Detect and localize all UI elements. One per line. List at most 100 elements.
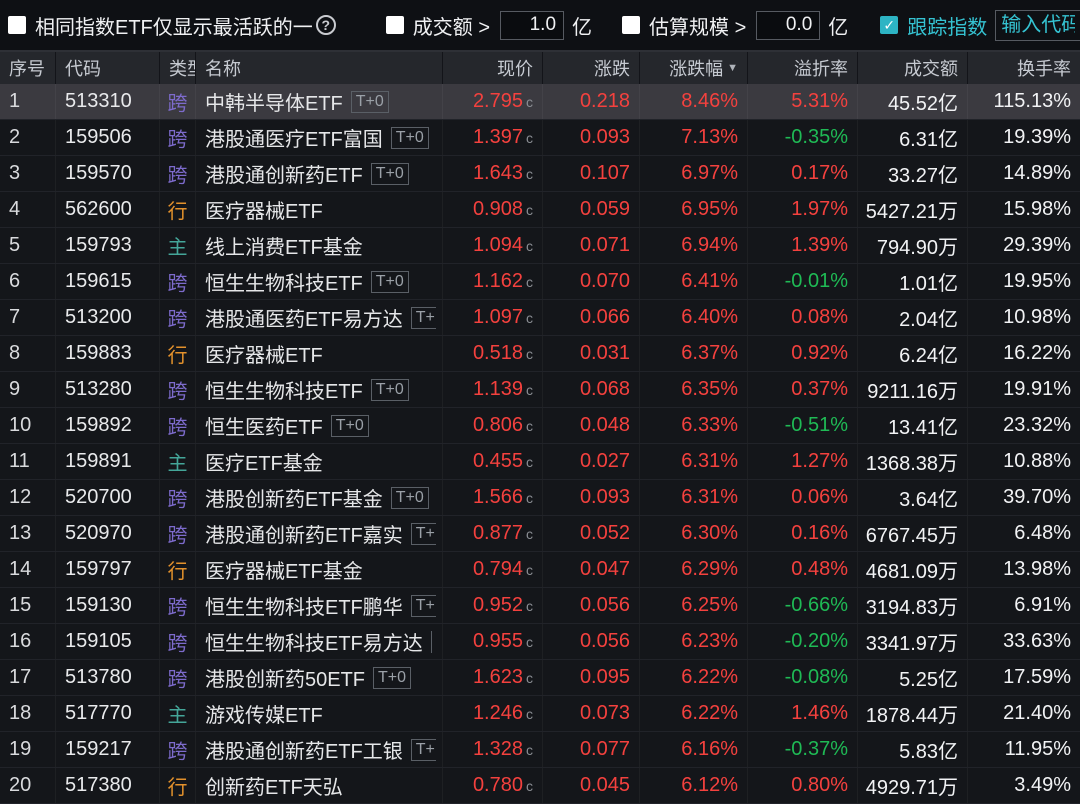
type-cell: 跨 (160, 120, 196, 155)
table-row[interactable]: 11159891主医疗ETF基金0.455c0.0276.31%1.27%136… (0, 444, 1080, 480)
table-row[interactable]: 12520700跨港股创新药ETF基金T+01.566c0.0936.31%0.… (0, 480, 1080, 516)
name-cell: 医疗ETF基金 (196, 444, 443, 479)
table-row[interactable]: 7513200跨港股通医药ETF易方达T+1.097c0.0666.40%0.0… (0, 300, 1080, 336)
t0-badge: T+ (411, 307, 436, 329)
price-value: 0.780 (473, 774, 523, 797)
unique-index-checkbox[interactable] (8, 16, 26, 34)
column-header-code[interactable]: 代码 (56, 52, 160, 84)
price-cell: 0.908c (443, 192, 543, 227)
table-row[interactable]: 1513310跨中韩半导体ETFT+02.795c0.2188.46%5.31%… (0, 84, 1080, 120)
change-pct-cell: 7.13% (640, 120, 748, 155)
turnover-rate-cell: 13.98% (968, 552, 1080, 587)
fund-name: 恒生生物科技ETF (205, 375, 363, 404)
price-cell: 0.518c (443, 336, 543, 371)
turnover-cell: 1368.38万 (858, 444, 968, 479)
change-pct-cell: 6.35% (640, 372, 748, 407)
change-cell: 0.056 (543, 588, 640, 623)
scale-threshold-input[interactable] (756, 11, 820, 40)
turnover-rate-cell: 6.91% (968, 588, 1080, 623)
change-pct-cell: 6.31% (640, 444, 748, 479)
turnover-rate-cell: 3.49% (968, 768, 1080, 803)
turnover-rate-cell: 14.89% (968, 156, 1080, 191)
column-header-change-pct[interactable]: 涨跌幅▼ (640, 52, 748, 84)
table-row[interactable]: 9513280跨恒生生物科技ETFT+01.139c0.0686.35%0.37… (0, 372, 1080, 408)
table-row[interactable]: 17513780跨港股创新药50ETFT+01.623c0.0956.22%-0… (0, 660, 1080, 696)
column-header-label: 涨跌幅 (669, 55, 723, 81)
fund-name: 线上消费ETF基金 (205, 231, 363, 260)
fund-name: 医疗ETF基金 (205, 447, 323, 476)
table-row[interactable]: 19159217跨港股通创新药ETF工银T+1.328c0.0776.16%-0… (0, 732, 1080, 768)
turnover-rate-cell: 19.39% (968, 120, 1080, 155)
column-header-name[interactable]: 名称 (196, 52, 443, 84)
table-row[interactable]: 10159892跨恒生医药ETFT+00.806c0.0486.33%-0.51… (0, 408, 1080, 444)
fund-type-badge: 跨 (168, 735, 188, 764)
fund-type-badge: 跨 (168, 303, 188, 332)
t0-badge: T+0 (371, 271, 409, 293)
fund-type-badge: 跨 (168, 375, 188, 404)
index-code-input[interactable] (995, 10, 1080, 41)
price-cell: 1.139c (443, 372, 543, 407)
seq-cell: 1 (0, 84, 56, 119)
turnover-threshold-input[interactable] (500, 11, 564, 40)
type-cell: 行 (160, 336, 196, 371)
seq-cell: 15 (0, 588, 56, 623)
change-cell: 0.059 (543, 192, 640, 227)
column-header-turnover[interactable]: 成交额 (858, 52, 968, 84)
price-suffix: c (526, 526, 533, 542)
fund-type-badge: 跨 (168, 123, 188, 152)
fund-type-badge: 跨 (168, 483, 188, 512)
type-cell: 跨 (160, 660, 196, 695)
scale-filter-checkbox[interactable] (622, 16, 640, 34)
table-row[interactable]: 13520970跨港股通创新药ETF嘉实T+0.877c0.0526.30%0.… (0, 516, 1080, 552)
column-header-seq[interactable]: 序号 (0, 52, 56, 84)
table-row[interactable]: 15159130跨恒生生物科技ETF鹏华T+0.952c0.0566.25%-0… (0, 588, 1080, 624)
fund-name: 创新药ETF天弘 (205, 771, 343, 800)
column-header-type[interactable]: 类型 (160, 52, 196, 84)
name-cell: 恒生生物科技ETFT+0 (196, 264, 443, 299)
turnover-unit-label: 亿 (572, 11, 592, 40)
column-header-premium[interactable]: 溢折率 (748, 52, 858, 84)
type-cell: 跨 (160, 516, 196, 551)
table-row[interactable]: 8159883行医疗器械ETF0.518c0.0316.37%0.92%6.24… (0, 336, 1080, 372)
seq-cell: 10 (0, 408, 56, 443)
seq-cell: 16 (0, 624, 56, 659)
table-row[interactable]: 2159506跨港股通医疗ETF富国T+01.397c0.0937.13%-0.… (0, 120, 1080, 156)
turnover-filter-checkbox[interactable] (386, 16, 404, 34)
column-header-change[interactable]: 涨跌 (543, 52, 640, 84)
turnover-rate-cell: 21.40% (968, 696, 1080, 731)
turnover-rate-cell: 29.39% (968, 228, 1080, 263)
type-cell: 行 (160, 768, 196, 803)
code-cell: 517380 (56, 768, 160, 803)
name-cell: 医疗器械ETF基金 (196, 552, 443, 587)
column-header-turnover-rate[interactable]: 换手率 (968, 52, 1080, 84)
column-header-price[interactable]: 现价 (443, 52, 543, 84)
change-pct-cell: 6.97% (640, 156, 748, 191)
turnover-cell: 794.90万 (858, 228, 968, 263)
seq-cell: 11 (0, 444, 56, 479)
price-value: 0.455 (473, 450, 523, 473)
premium-cell: 1.97% (748, 192, 858, 227)
change-cell: 0.027 (543, 444, 640, 479)
code-cell: 159105 (56, 624, 160, 659)
table-row[interactable]: 16159105跨恒生生物科技ETF易方达0.955c0.0566.23%-0.… (0, 624, 1080, 660)
price-value: 1.246 (473, 702, 523, 725)
change-cell: 0.073 (543, 696, 640, 731)
help-icon[interactable]: ? (316, 15, 336, 35)
table-row[interactable]: 18517770主游戏传媒ETF1.246c0.0736.22%1.46%187… (0, 696, 1080, 732)
table-row[interactable]: 6159615跨恒生生物科技ETFT+01.162c0.0706.41%-0.0… (0, 264, 1080, 300)
table-row[interactable]: 3159570跨港股通创新药ETFT+01.643c0.1076.97%0.17… (0, 156, 1080, 192)
price-suffix: c (526, 670, 533, 686)
table-row[interactable]: 5159793主线上消费ETF基金1.094c0.0716.94%1.39%79… (0, 228, 1080, 264)
code-cell: 562600 (56, 192, 160, 227)
change-cell: 0.077 (543, 732, 640, 767)
change-cell: 0.068 (543, 372, 640, 407)
price-value: 1.328 (473, 738, 523, 761)
t0-badge: T+0 (351, 91, 389, 113)
type-cell: 跨 (160, 84, 196, 119)
premium-cell: 0.08% (748, 300, 858, 335)
table-row[interactable]: 14159797行医疗器械ETF基金0.794c0.0476.29%0.48%4… (0, 552, 1080, 588)
table-row[interactable]: 20517380行创新药ETF天弘0.780c0.0456.12%0.80%49… (0, 768, 1080, 804)
tracking-index-checkbox[interactable]: ✓ (880, 16, 898, 34)
table-row[interactable]: 4562600行医疗器械ETF0.908c0.0596.95%1.97%5427… (0, 192, 1080, 228)
price-value: 1.162 (473, 270, 523, 293)
